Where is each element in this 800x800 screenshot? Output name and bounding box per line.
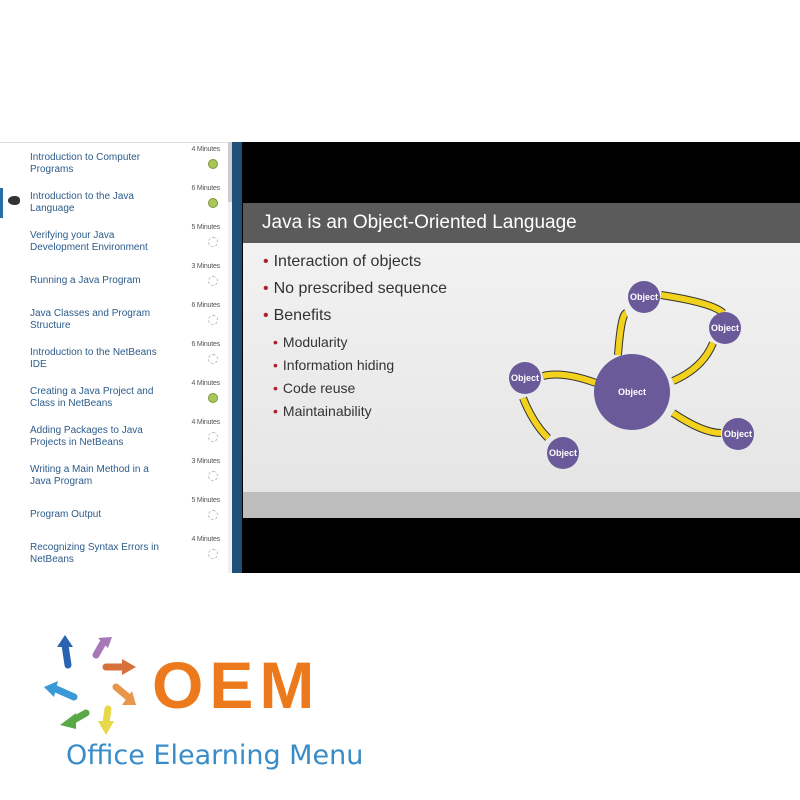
lesson-duration: 4 Minutes (191, 536, 220, 543)
cursor-pointer-icon (8, 196, 20, 205)
lesson-duration: 6 Minutes (191, 302, 220, 309)
object-label: Object (511, 373, 539, 383)
player-edge (232, 142, 242, 573)
lesson-item[interactable]: Creating a Java Project and Class in Net… (0, 378, 228, 417)
incomplete-status-icon (208, 549, 218, 559)
lesson-item[interactable]: Introduction to the Java Language 6 Minut… (0, 183, 228, 222)
incomplete-status-icon (208, 354, 218, 364)
complete-status-icon (208, 198, 218, 208)
lesson-duration: 6 Minutes (191, 185, 220, 192)
lesson-title: Creating a Java Project and Class in Net… (30, 385, 154, 409)
lesson-duration: 6 Minutes (191, 341, 220, 348)
lesson-duration: 4 Minutes (191, 419, 220, 426)
double-arrow (671, 341, 716, 384)
lesson-title: Introduction to Computer Programs (30, 151, 141, 175)
lesson-duration: 4 Minutes (191, 380, 220, 387)
incomplete-status-icon (208, 276, 218, 286)
lesson-sidebar: Introduction to Computer Programs 4 Minut… (0, 142, 232, 573)
lesson-title: Program Output (30, 508, 102, 520)
lesson-duration: 5 Minutes (191, 224, 220, 231)
logo-name: Office Elearning Menu (66, 740, 364, 771)
lesson-item[interactable]: Writing a Main Method in a Java Program 3… (0, 456, 228, 495)
lesson-title: Java Classes and Program Structure (30, 307, 151, 331)
double-arrow (542, 371, 598, 386)
object-label: Object (618, 387, 646, 397)
lesson-item[interactable]: Introduction to Computer Programs 4 Minut… (0, 144, 228, 183)
lesson-duration: 3 Minutes (191, 263, 220, 270)
object-label: Object (711, 323, 739, 333)
incomplete-status-icon (208, 315, 218, 325)
lesson-title: Introduction to the NetBeans IDE (30, 346, 157, 370)
complete-status-icon (208, 393, 218, 403)
lesson-item[interactable]: Introduction to the NetBeans IDE 6 Minute… (0, 339, 228, 378)
incomplete-status-icon (208, 471, 218, 481)
slide-title: Java is an Object-Oriented Language (243, 203, 800, 243)
logo-mark: OEM (152, 648, 321, 722)
lesson-item[interactable]: Program Output 5 Minutes (0, 495, 228, 534)
lesson-item[interactable]: Verifying your Java Development Environm… (0, 222, 228, 261)
lesson-title: Adding Packages to Java Projects in NetB… (30, 424, 143, 448)
lesson-item[interactable]: Java Classes and Program Structure 6 Minu… (0, 300, 228, 339)
double-arrow (520, 396, 551, 441)
incomplete-status-icon (208, 432, 218, 442)
lesson-item[interactable]: Recognizing Syntax Errors in NetBeans 4 M… (0, 534, 228, 573)
object-label: Object (549, 448, 577, 458)
lesson-title: Introduction to the Java Language (30, 190, 134, 214)
complete-status-icon (208, 159, 218, 169)
lesson-title: Recognizing Syntax Errors in NetBeans (30, 541, 159, 565)
lesson-title: Verifying your Java Development Environm… (30, 229, 148, 253)
object-diagram: Object Object Object Object Object Object (509, 281, 754, 469)
lesson-item[interactable]: Running a Java Program 3 Minutes (0, 261, 228, 300)
slide-footer (243, 492, 800, 518)
lesson-title: Writing a Main Method in a Java Program (30, 463, 149, 487)
incomplete-status-icon (208, 237, 218, 247)
oem-logo-arrows-icon (44, 635, 136, 735)
object-label: Object (724, 429, 752, 439)
lesson-item[interactable]: Adding Packages to Java Projects in NetB… (0, 417, 228, 456)
lesson-title: Running a Java Program (30, 274, 141, 286)
lesson-duration: 5 Minutes (191, 497, 220, 504)
lesson-duration: 4 Minutes (191, 146, 220, 153)
incomplete-status-icon (208, 510, 218, 520)
object-label: Object (630, 292, 658, 302)
lesson-duration: 3 Minutes (191, 458, 220, 465)
